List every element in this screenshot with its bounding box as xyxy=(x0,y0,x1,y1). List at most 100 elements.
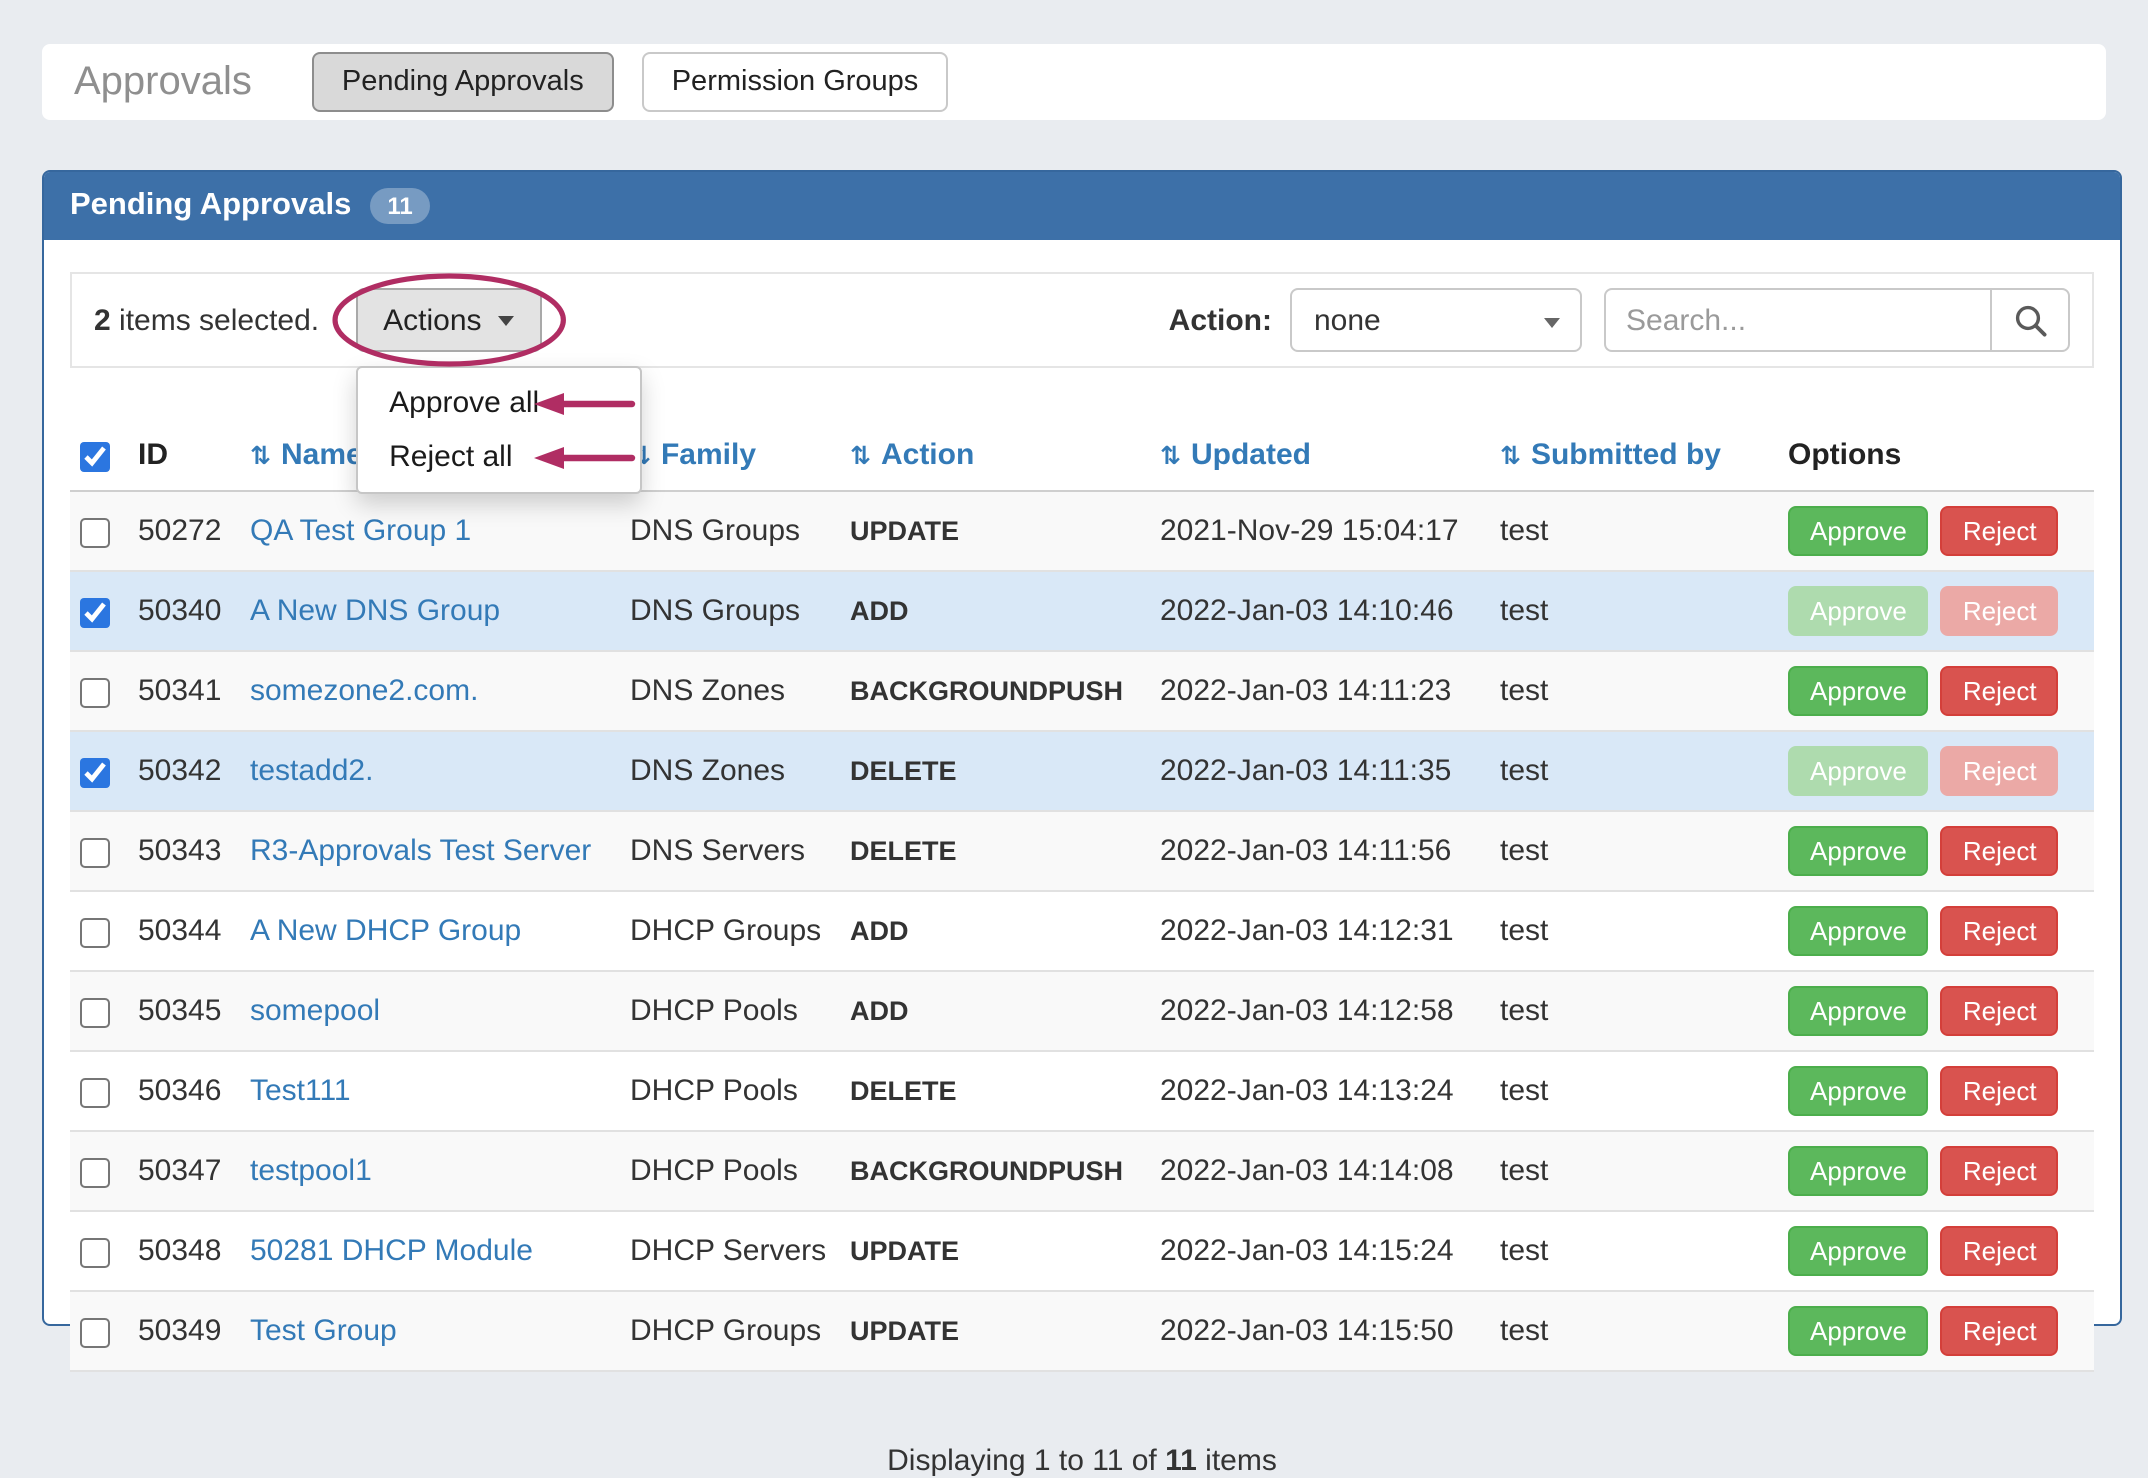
cell-id: 50349 xyxy=(122,1291,234,1371)
row-checkbox[interactable] xyxy=(80,997,110,1027)
sort-icon: ⇅ xyxy=(1160,440,1181,470)
row-name-link[interactable]: testpool1 xyxy=(250,1154,372,1188)
table-row: 50272 QA Test Group 1 DNS Groups UPDATE … xyxy=(70,491,2094,571)
annotation-arrow-reject-all xyxy=(527,441,635,473)
cell-id: 50272 xyxy=(122,491,234,571)
column-header-updated[interactable]: ⇅Updated xyxy=(1144,432,1484,491)
row-checkbox[interactable] xyxy=(80,517,110,547)
reject-button[interactable]: Reject xyxy=(1941,1066,2059,1116)
select-all-checkbox[interactable] xyxy=(80,441,110,471)
cell-updated: 2022-Jan-03 14:14:08 xyxy=(1144,1131,1484,1211)
sort-icon: ⇅ xyxy=(850,440,871,470)
row-name-link[interactable]: R3-Approvals Test Server xyxy=(250,834,591,868)
cell-updated: 2022-Jan-03 14:11:35 xyxy=(1144,731,1484,811)
row-name-link[interactable]: QA Test Group 1 xyxy=(250,514,471,548)
approve-button[interactable]: Approve xyxy=(1788,1226,1929,1276)
row-checkbox[interactable] xyxy=(80,1317,110,1347)
reject-button: Reject xyxy=(1941,746,2059,796)
row-checkbox[interactable] xyxy=(80,837,110,867)
cell-action: ADD xyxy=(834,891,1144,971)
column-header-family[interactable]: ⇅Family xyxy=(614,432,834,491)
row-checkbox[interactable] xyxy=(80,597,110,627)
actions-dropdown-menu: Approve all Reject all xyxy=(355,366,641,494)
panel-header: Pending Approvals 11 xyxy=(44,172,2120,240)
approve-button[interactable]: Approve xyxy=(1788,1306,1929,1356)
column-header-options: Options xyxy=(1772,432,2094,491)
reject-button[interactable]: Reject xyxy=(1941,1146,2059,1196)
reject-button[interactable]: Reject xyxy=(1941,1306,2059,1356)
column-header-submitted-by[interactable]: ⇅Submitted by xyxy=(1484,432,1772,491)
cell-id: 50345 xyxy=(122,971,234,1051)
table-row: 50345 somepool DHCP Pools ADD 2022-Jan-0… xyxy=(70,971,2094,1051)
cell-id: 50344 xyxy=(122,891,234,971)
row-checkbox[interactable] xyxy=(80,917,110,947)
cell-id: 50342 xyxy=(122,731,234,811)
cell-family: DHCP Servers xyxy=(614,1211,834,1291)
approve-button[interactable]: Approve xyxy=(1788,906,1929,956)
sort-icon: ⇅ xyxy=(250,440,271,470)
cell-updated: 2022-Jan-03 14:13:24 xyxy=(1144,1051,1484,1131)
approve-button[interactable]: Approve xyxy=(1788,1146,1929,1196)
cell-family: DNS Zones xyxy=(614,731,834,811)
cell-submitted-by: test xyxy=(1484,571,1772,651)
pagination-status: Displaying 1 to 11 of 11 items xyxy=(70,1444,2094,1478)
page-title: Approvals xyxy=(74,59,252,105)
actions-dropdown-button[interactable]: Actions xyxy=(355,288,541,352)
row-name-link[interactable]: A New DNS Group xyxy=(250,594,500,628)
reject-button[interactable]: Reject xyxy=(1941,506,2059,556)
approve-button[interactable]: Approve xyxy=(1788,506,1929,556)
approve-button[interactable]: Approve xyxy=(1788,666,1929,716)
sort-icon: ⇅ xyxy=(1500,440,1521,470)
cell-family: DNS Servers xyxy=(614,811,834,891)
selection-status: 2 items selected. xyxy=(94,303,319,337)
row-checkbox[interactable] xyxy=(80,677,110,707)
action-select-label: Action: xyxy=(1169,303,1272,337)
column-header-action[interactable]: ⇅Action xyxy=(834,432,1144,491)
menu-item-approve-all[interactable]: Approve all xyxy=(357,376,639,430)
approve-button[interactable]: Approve xyxy=(1788,826,1929,876)
reject-button[interactable]: Reject xyxy=(1941,666,2059,716)
cell-id: 50340 xyxy=(122,571,234,651)
approve-button[interactable]: Approve xyxy=(1788,1066,1929,1116)
cell-id: 50341 xyxy=(122,651,234,731)
cell-submitted-by: test xyxy=(1484,1131,1772,1211)
reject-button[interactable]: Reject xyxy=(1941,826,2059,876)
cell-updated: 2022-Jan-03 14:12:58 xyxy=(1144,971,1484,1051)
row-checkbox[interactable] xyxy=(80,1237,110,1267)
row-name-link[interactable]: 50281 DHCP Module xyxy=(250,1234,533,1268)
top-bar: Approvals Pending Approvals Permission G… xyxy=(42,44,2106,120)
row-checkbox[interactable] xyxy=(80,757,110,787)
toolbar: 2 items selected. Actions A xyxy=(70,272,2094,368)
row-name-link[interactable]: Test Group xyxy=(250,1314,397,1348)
caret-down-icon xyxy=(1544,318,1560,328)
search-input[interactable] xyxy=(1604,288,1990,352)
cell-submitted-by: test xyxy=(1484,731,1772,811)
table-row: 50349 Test Group DHCP Groups UPDATE 2022… xyxy=(70,1291,2094,1371)
approve-button[interactable]: Approve xyxy=(1788,986,1929,1036)
reject-button[interactable]: Reject xyxy=(1941,1226,2059,1276)
row-name-link[interactable]: testadd2. xyxy=(250,754,373,788)
reject-button[interactable]: Reject xyxy=(1941,906,2059,956)
row-name-link[interactable]: somezone2.com. xyxy=(250,674,478,708)
pending-approvals-panel: Pending Approvals 11 2 items selected. A… xyxy=(42,170,2122,1326)
row-name-link[interactable]: somepool xyxy=(250,994,380,1028)
row-name-link[interactable]: A New DHCP Group xyxy=(250,914,521,948)
search-icon xyxy=(2013,303,2047,337)
tab-permission-groups[interactable]: Permission Groups xyxy=(642,52,949,112)
panel-title: Pending Approvals xyxy=(70,188,351,224)
row-checkbox[interactable] xyxy=(80,1077,110,1107)
cell-family: DHCP Groups xyxy=(614,891,834,971)
action-select[interactable]: none xyxy=(1290,288,1582,352)
row-name-link[interactable]: Test111 xyxy=(250,1074,351,1108)
cell-family: DHCP Groups xyxy=(614,1291,834,1371)
cell-action: DELETE xyxy=(834,731,1144,811)
tab-pending-approvals[interactable]: Pending Approvals xyxy=(312,52,614,112)
cell-action: BACKGROUNDPUSH xyxy=(834,651,1144,731)
table-row: 50344 A New DHCP Group DHCP Groups ADD 2… xyxy=(70,891,2094,971)
row-checkbox[interactable] xyxy=(80,1157,110,1187)
cell-submitted-by: test xyxy=(1484,891,1772,971)
menu-item-reject-all[interactable]: Reject all xyxy=(357,430,639,484)
search-button[interactable] xyxy=(1990,288,2070,352)
reject-button[interactable]: Reject xyxy=(1941,986,2059,1036)
caret-down-icon xyxy=(498,315,514,325)
